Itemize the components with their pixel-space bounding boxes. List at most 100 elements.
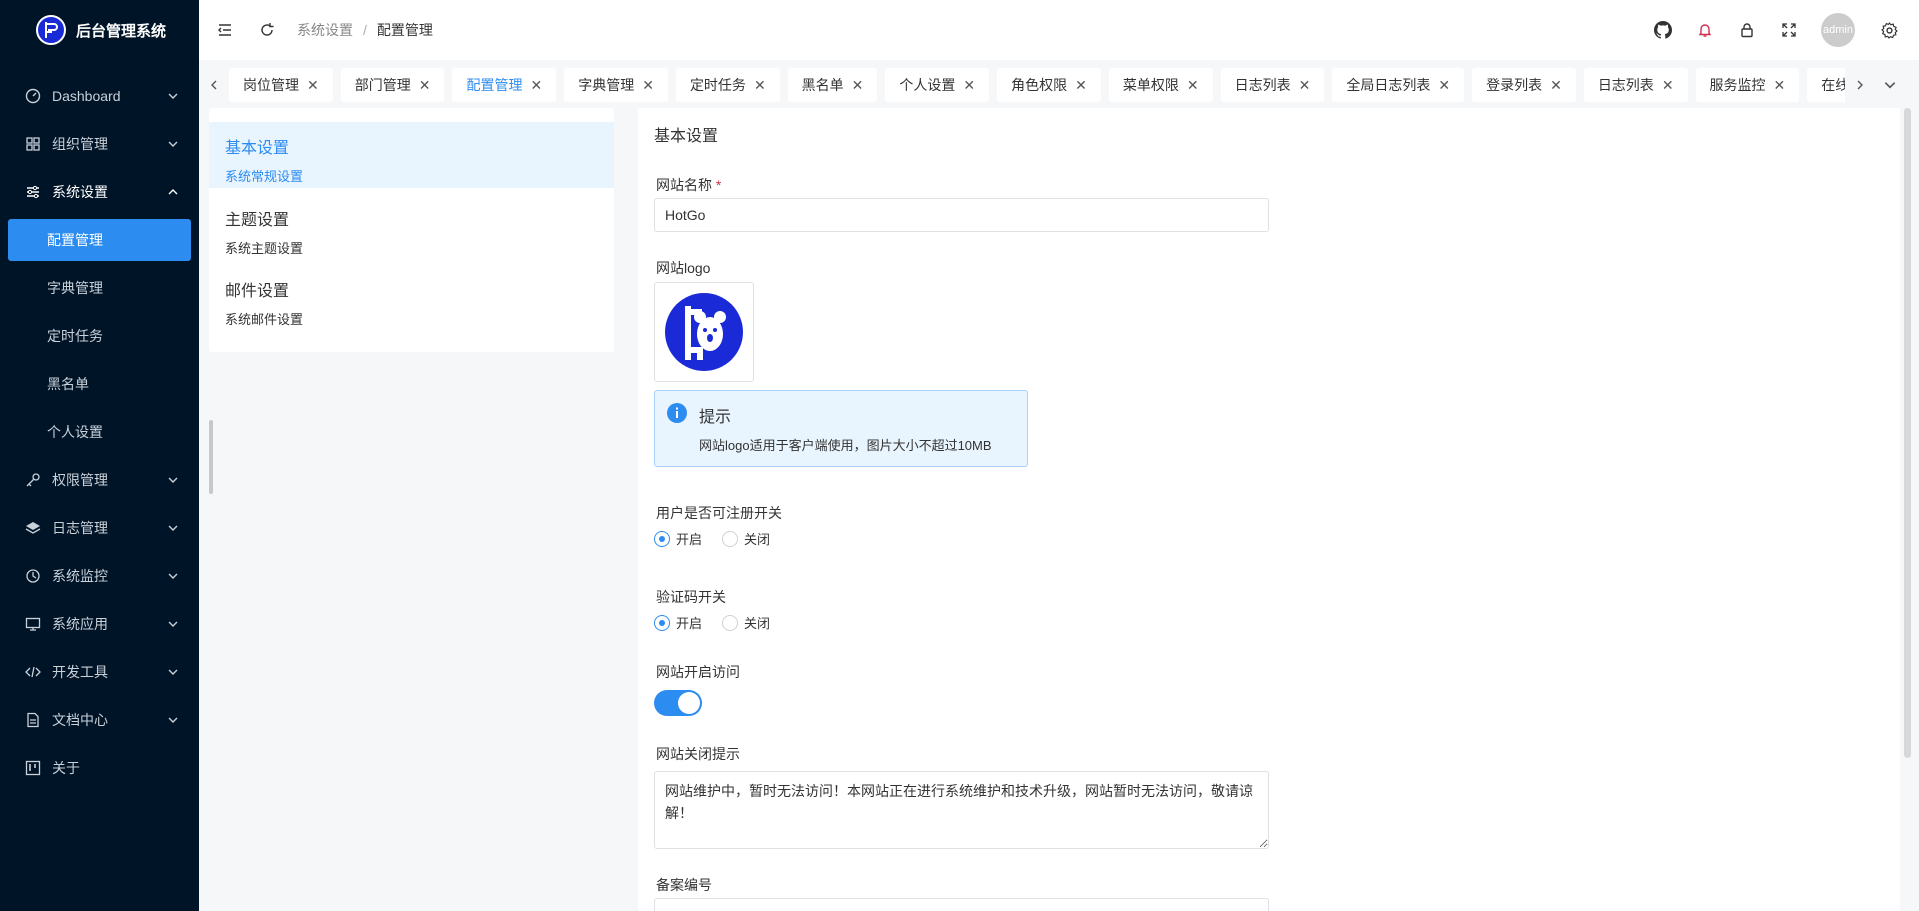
tabs-scroll-right-icon[interactable]: [1845, 68, 1875, 102]
sidebar-subitem-cron[interactable]: 定时任务: [0, 312, 199, 360]
sidebar-subitem-config[interactable]: 配置管理: [8, 219, 191, 261]
settings-item-email[interactable]: 邮件设置 系统邮件设置: [209, 265, 614, 331]
brand[interactable]: 后台管理系统: [0, 0, 199, 60]
close-tip-textarea[interactable]: 网站维护中，暂时无法访问！本网站正在进行系统维护和技术升级，网站暂时无法访问，敬…: [654, 771, 1269, 849]
tab-blacklist[interactable]: 黑名单 ✕: [787, 68, 878, 102]
close-icon[interactable]: ✕: [1438, 77, 1450, 94]
koala-logo-icon: [36, 15, 66, 45]
sidebar-item-system-settings[interactable]: 系统设置: [0, 168, 199, 216]
code-icon: [24, 663, 42, 681]
close-tip-label: 网站关闭提示: [656, 746, 740, 762]
tab-label: 定时任务: [689, 77, 746, 93]
tab-label: 菜单权限: [1122, 77, 1179, 93]
site-name-input[interactable]: [654, 198, 1269, 232]
github-icon[interactable]: [1653, 20, 1673, 40]
sidebar-item-dashboard[interactable]: Dashboard: [0, 72, 199, 120]
close-icon[interactable]: ✕: [419, 77, 431, 94]
tab-post[interactable]: 岗位管理 ✕: [229, 68, 333, 102]
sidebar-item-apps[interactable]: 系统应用: [0, 600, 199, 648]
tab-label: 在线用: [1821, 77, 1845, 93]
radio-dot[interactable]: [722, 614, 739, 631]
sidebar-subitem-blacklist[interactable]: 黑名单: [0, 360, 199, 408]
info-icon: [667, 403, 687, 423]
sidebar-item-permission[interactable]: 权限管理: [0, 456, 199, 504]
tab-dept[interactable]: 部门管理 ✕: [340, 68, 445, 102]
tab-dict[interactable]: 字典管理 ✕: [564, 68, 668, 102]
tab-menu[interactable]: 菜单权限 ✕: [1108, 68, 1213, 102]
captcha-radio-open[interactable]: 开启: [654, 613, 702, 632]
sidebar-item-devtools[interactable]: 开发工具: [0, 648, 199, 696]
close-icon[interactable]: ✕: [1550, 77, 1562, 94]
close-icon[interactable]: ✕: [1299, 77, 1311, 94]
tab-personal[interactable]: 个人设置 ✕: [885, 68, 990, 102]
close-icon[interactable]: ✕: [1187, 77, 1199, 94]
close-icon[interactable]: ✕: [1774, 77, 1786, 94]
breadcrumb-item[interactable]: 系统设置: [297, 20, 353, 40]
site-open-toggle[interactable]: [654, 690, 702, 716]
panel-resize-handle[interactable]: [209, 420, 213, 494]
close-icon[interactable]: ✕: [754, 77, 766, 94]
register-radio-close[interactable]: 关闭: [722, 529, 770, 548]
sidebar-item-label: 文档中心: [52, 712, 108, 728]
sidebar-item-monitor[interactable]: 系统监控: [0, 552, 199, 600]
koala-logo-icon: [665, 293, 743, 371]
settings-item-desc: 系统邮件设置: [225, 312, 304, 327]
tab-label: 登录列表: [1486, 77, 1543, 93]
icp-number-label: 备案编号: [656, 877, 712, 893]
radio-dot-checked[interactable]: [654, 614, 670, 631]
sidebar-item-docs[interactable]: 文档中心: [0, 696, 199, 744]
layers-icon: [24, 519, 42, 537]
radio-dot[interactable]: [722, 530, 739, 547]
page-scrollbar[interactable]: [1904, 108, 1911, 758]
tab-login-list[interactable]: 登录列表 ✕: [1472, 68, 1576, 102]
alert-title: 提示: [699, 409, 732, 426]
sidebar-subitem-personal[interactable]: 个人设置: [0, 408, 199, 456]
tabs-scroll-left-icon[interactable]: [199, 68, 229, 102]
bell-icon[interactable]: [1695, 20, 1715, 40]
screen-icon: [24, 615, 42, 633]
settings-icon[interactable]: [1879, 20, 1899, 40]
tab-config[interactable]: 配置管理 ✕: [452, 68, 557, 102]
settings-item-theme[interactable]: 主题设置 系统主题设置: [209, 194, 614, 260]
tab-log-list-2[interactable]: 日志列表 ✕: [1583, 68, 1688, 102]
sidebar-item-org[interactable]: 组织管理: [0, 120, 199, 168]
settings-item-title: 主题设置: [225, 212, 290, 229]
sidebar-item-label: 系统应用: [52, 616, 108, 632]
close-icon[interactable]: ✕: [1075, 77, 1087, 94]
close-icon[interactable]: ✕: [642, 77, 654, 94]
tab-cron[interactable]: 定时任务 ✕: [675, 68, 780, 102]
sidebar-subitem-dict[interactable]: 字典管理: [0, 264, 199, 312]
icp-number-input[interactable]: [654, 898, 1269, 911]
refresh-icon[interactable]: [257, 20, 277, 40]
fullscreen-icon[interactable]: [1779, 20, 1799, 40]
tab-global-log[interactable]: 全局日志列表 ✕: [1332, 68, 1465, 102]
collapse-menu-icon[interactable]: [215, 20, 235, 40]
close-icon[interactable]: ✕: [852, 77, 864, 94]
close-icon[interactable]: ✕: [307, 77, 319, 94]
site-logo-upload[interactable]: [654, 282, 754, 382]
tab-label: 日志列表: [1234, 77, 1291, 93]
sidebar-item-about[interactable]: 关于: [0, 744, 199, 792]
basic-settings-form: 基本设置 网站名称 * 网站logo 提示 网站logo适用于客户端使用，图片大…: [638, 108, 1900, 911]
captcha-radio-group: 开启 关闭: [654, 613, 770, 632]
close-icon[interactable]: ✕: [1662, 77, 1674, 94]
tab-service-monitor[interactable]: 服务监控 ✕: [1695, 68, 1800, 102]
site-name-label-text: 网站名称: [656, 177, 712, 193]
settings-item-basic[interactable]: 基本设置 系统常规设置: [209, 122, 614, 188]
close-icon[interactable]: ✕: [530, 77, 542, 94]
tabs-dropdown-icon[interactable]: [1875, 68, 1905, 102]
radio-dot-checked[interactable]: [654, 530, 670, 547]
avatar[interactable]: admin: [1821, 13, 1855, 47]
close-icon[interactable]: ✕: [963, 77, 975, 94]
lock-icon[interactable]: [1737, 20, 1757, 40]
tab-log-list[interactable]: 日志列表 ✕: [1220, 68, 1325, 102]
sidebar-item-logs[interactable]: 日志管理: [0, 504, 199, 552]
sidebar-item-label: Dashboard: [52, 88, 121, 104]
captcha-radio-close[interactable]: 关闭: [722, 613, 770, 632]
tab-role[interactable]: 角色权限 ✕: [997, 68, 1101, 102]
register-radio-open[interactable]: 开启: [654, 529, 702, 548]
chevron-down-icon: [167, 522, 179, 534]
tab-online-users[interactable]: 在线用: [1807, 68, 1845, 102]
sidebar-item-label: 日志管理: [52, 520, 108, 536]
register-radio-group: 开启 关闭: [654, 529, 770, 548]
